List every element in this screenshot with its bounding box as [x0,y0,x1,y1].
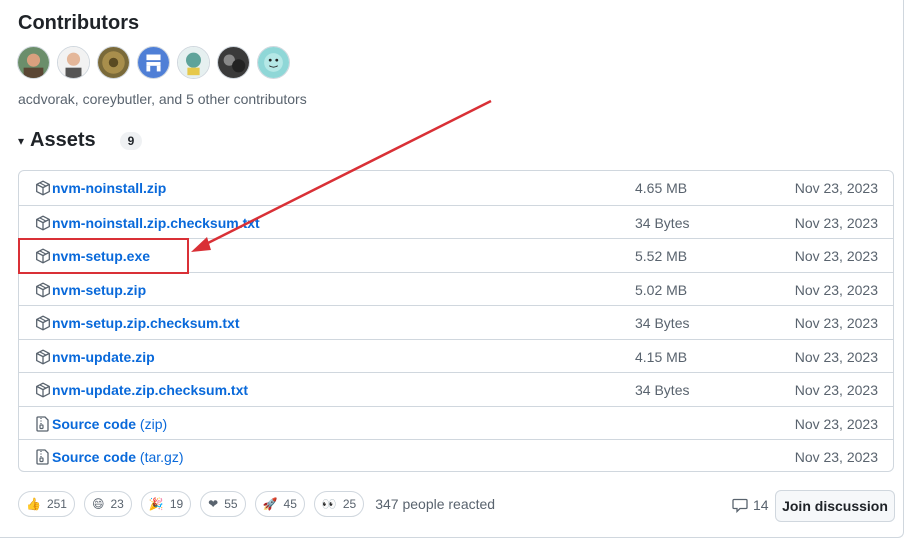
asset-row: nvm-setup.exe 5.52 MB Nov 23, 2023 [19,238,893,272]
reactions-bar: 👍 251 😄 23 🎉 19 ❤ 55 🚀 45 👀 25 347 people reacted [18,491,495,517]
asset-link[interactable]: nvm-setup.exe [52,248,150,264]
contributors-title: Contributors [18,12,140,34]
asset-name: Source code [52,449,137,465]
package-icon [35,315,51,331]
asset-name: nvm-setup.zip [52,281,147,298]
file-zip-icon [35,415,51,432]
asset-size: 5.52 MB [635,248,688,264]
asset-ext: (zip) [136,415,168,432]
reaction-eyes[interactable]: 👀 25 [313,491,365,517]
assets-list: nvm-noinstall.zip 4.65 MB Nov 23, 2023 nvm-… [18,170,894,472]
hooray-icon: 🎉 [148,497,164,511]
asset-name: nvm-update.zip [52,348,155,365]
reaction-count: 19 [169,497,184,511]
asset-date: Nov 23, 2023 [794,348,878,365]
asset-link[interactable]: nvm-noinstall.zip.checksum.txt [52,215,260,231]
reaction-hooray[interactable]: 🎉 19 [140,491,192,517]
asset-date: Nov 23, 2023 [794,180,878,196]
asset-name: nvm-update.zip.checksum.txt [52,382,249,398]
asset-name: nvm-setup.exe [52,248,151,264]
package-icon [35,349,51,365]
asset-row: Source code (tar.gz) Nov 23, 2023 [19,439,893,471]
reaction-count: 251 [46,497,67,511]
asset-date: Nov 23, 2023 [794,449,878,465]
avatar[interactable] [97,46,130,79]
asset-link[interactable]: Source code (tar.gz) [52,449,184,465]
contributors-summary: acdvorak, coreybutler, and 5 other contr… [18,91,307,107]
reaction-rocket[interactable]: 🚀 45 [254,491,305,517]
asset-date: Nov 23, 2023 [794,415,878,432]
assets-toggle[interactable]: ▾ Assets 9 [18,129,143,152]
asset-row: nvm-setup.zip.checksum.txt 34 Bytes Nov 23… [19,305,893,339]
asset-size: 5.02 MB [635,281,688,298]
avatar[interactable] [17,46,50,79]
asset-row: nvm-update.zip.checksum.txt 34 Bytes Nov 2… [19,372,893,406]
avatar[interactable] [57,46,90,79]
asset-link[interactable]: nvm-setup.zip [52,282,146,298]
asset-date: Nov 23, 2023 [794,281,878,298]
avatar[interactable] [217,46,250,79]
asset-name: Source code [52,415,137,432]
asset-row: nvm-noinstall.zip 4.65 MB Nov 23, 2023 [19,171,893,205]
rocket-icon: 🚀 [262,497,278,511]
reaction-count: 23 [110,497,124,511]
package-icon [35,215,51,231]
package-icon [35,248,51,264]
package-icon [35,282,51,298]
laugh-icon: 😄 [91,497,105,511]
asset-link[interactable]: nvm-update.zip [52,349,155,365]
avatar[interactable] [137,46,170,79]
eyes-icon: 👀 [321,497,337,511]
asset-row: nvm-update.zip 4.15 MB Nov 23, 2023 [19,338,893,373]
asset-size: 4.65 MB [635,180,688,196]
avatar[interactable] [177,46,210,79]
thumbs-up-icon: 👍 [26,497,41,511]
asset-date: Nov 23, 2023 [794,315,878,331]
assets-count-badge: 9 [119,131,143,150]
asset-link[interactable]: nvm-setup.zip.checksum.txt [52,315,240,331]
avatar[interactable] [257,46,290,79]
caret-down-icon: ▾ [18,133,25,148]
package-icon [35,382,51,398]
asset-size: 34 Bytes [635,382,690,398]
heart-icon: ❤ [208,497,219,511]
comment-icon [732,498,748,513]
asset-link[interactable]: nvm-update.zip.checksum.txt [52,382,248,398]
asset-name: nvm-noinstall.zip.checksum.txt [52,214,260,231]
asset-date: Nov 23, 2023 [794,214,878,231]
reaction-count: 25 [342,497,357,511]
join-discussion-button[interactable]: Join discussion [775,490,895,522]
asset-date: Nov 23, 2023 [794,248,878,264]
asset-link[interactable]: nvm-noinstall.zip [52,180,166,196]
contributor-avatars [17,46,290,79]
asset-size: 34 Bytes [635,214,690,231]
file-zip-icon [35,449,51,465]
reaction-laugh[interactable]: 😄 23 [83,491,132,517]
comment-count-value: 14 [753,497,769,513]
asset-size: 34 Bytes [635,315,690,331]
asset-row: nvm-setup.zip 5.02 MB Nov 23, 2023 [19,271,893,306]
comment-count[interactable]: 14 [732,497,769,513]
reaction-heart[interactable]: ❤ 55 [200,491,246,517]
asset-date: Nov 23, 2023 [794,382,878,398]
asset-ext: (tar.gz) [136,449,184,465]
asset-row: Source code (zip) Nov 23, 2023 [19,405,893,440]
assets-title: Assets [30,129,96,151]
asset-link[interactable]: Source code (zip) [52,416,167,432]
reaction-count: 45 [283,497,297,511]
reaction-count: 55 [224,497,238,511]
asset-name: nvm-noinstall.zip [52,180,167,196]
reactions-summary: 347 people reacted [375,496,496,512]
asset-row: nvm-noinstall.zip.checksum.txt 34 Bytes No… [19,204,893,239]
asset-size: 4.15 MB [635,348,688,365]
package-icon [35,180,51,196]
asset-name: nvm-setup.zip.checksum.txt [52,315,240,331]
reaction-thumbs-up[interactable]: 👍 251 [18,491,75,517]
